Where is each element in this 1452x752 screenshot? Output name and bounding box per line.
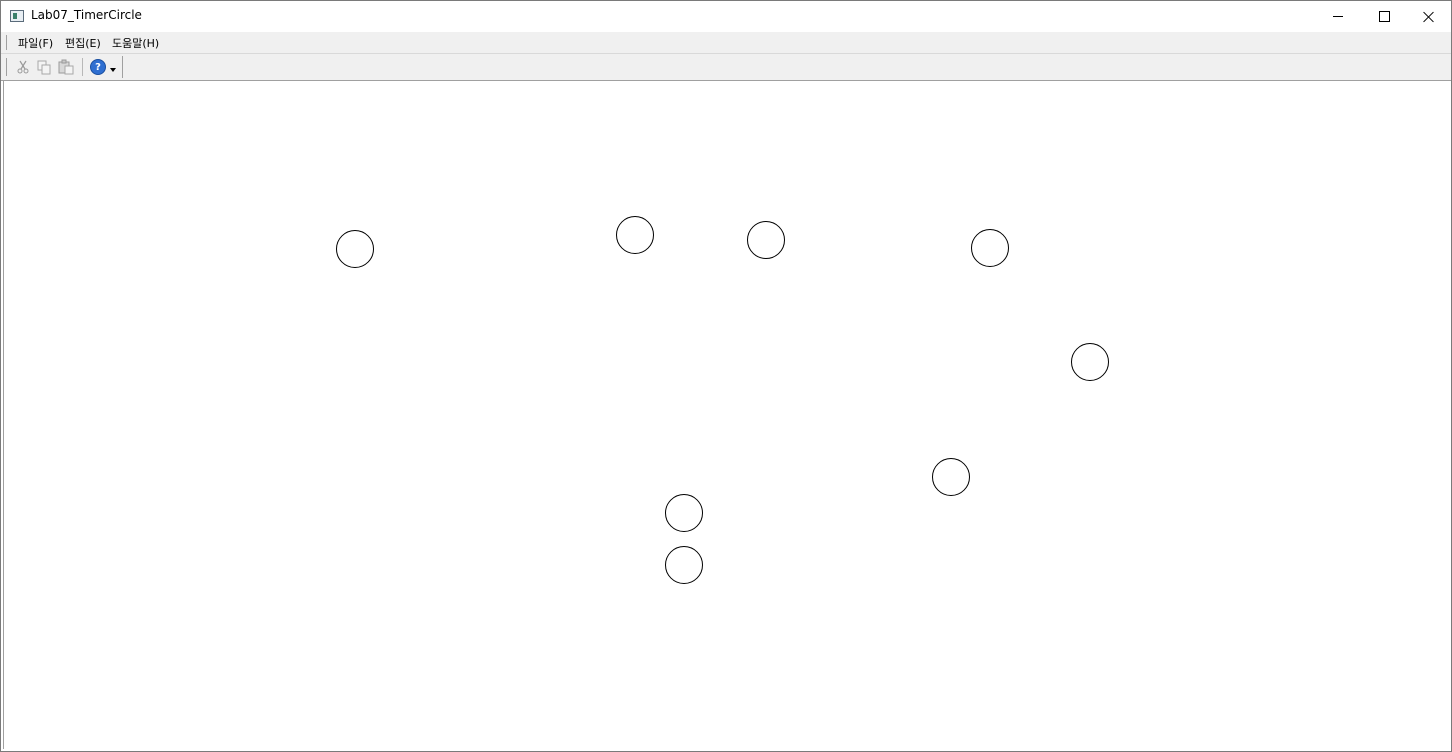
circle bbox=[616, 216, 654, 254]
maximize-icon bbox=[1378, 11, 1390, 22]
drawing-canvas[interactable] bbox=[3, 81, 1450, 749]
circle bbox=[932, 458, 970, 496]
copy-button[interactable] bbox=[36, 59, 52, 75]
paste-button[interactable] bbox=[58, 59, 74, 75]
circle bbox=[336, 230, 374, 268]
minimize-icon bbox=[1333, 16, 1343, 17]
help-icon: ? bbox=[90, 59, 106, 75]
toolbar-grip[interactable] bbox=[6, 58, 7, 76]
chevron-down-icon[interactable] bbox=[109, 67, 117, 73]
circle bbox=[971, 229, 1009, 267]
circle bbox=[747, 221, 785, 259]
menu-help[interactable]: 도움말(H) bbox=[112, 35, 159, 51]
window-title: Lab07_TimerCircle bbox=[31, 8, 142, 22]
toolbar: ? bbox=[1, 54, 1451, 81]
paste-icon bbox=[58, 59, 74, 75]
toolbar-separator bbox=[82, 58, 83, 76]
close-icon bbox=[1423, 11, 1435, 23]
cut-icon bbox=[17, 60, 29, 74]
copy-icon bbox=[37, 60, 51, 75]
circle bbox=[1071, 343, 1109, 381]
circle bbox=[665, 546, 703, 584]
circle bbox=[665, 494, 703, 532]
minimize-button[interactable] bbox=[1315, 1, 1361, 32]
menu-bar: 파일(F) 편집(E) 도움말(H) bbox=[1, 32, 1451, 54]
title-bar[interactable]: Lab07_TimerCircle bbox=[1, 1, 1451, 32]
maximize-button[interactable] bbox=[1361, 1, 1407, 32]
cut-button[interactable] bbox=[15, 59, 31, 75]
close-button[interactable] bbox=[1406, 1, 1452, 32]
help-button[interactable]: ? bbox=[90, 59, 106, 75]
menu-grip bbox=[6, 35, 7, 50]
app-window: Lab07_TimerCircle 파일(F) 편집(E) 도움말(H) ? bbox=[0, 0, 1452, 752]
menu-edit[interactable]: 편집(E) bbox=[65, 35, 101, 51]
toolbar-end-divider bbox=[122, 56, 123, 78]
menu-file[interactable]: 파일(F) bbox=[18, 35, 53, 51]
app-icon bbox=[10, 10, 24, 22]
